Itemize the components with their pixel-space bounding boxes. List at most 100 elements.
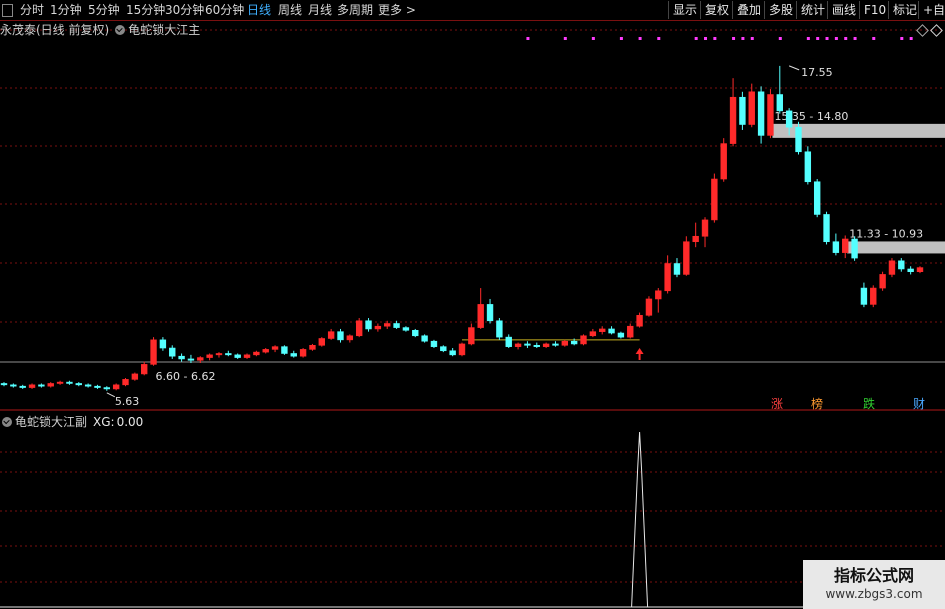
candle-body — [225, 353, 232, 356]
candle-body — [785, 110, 793, 128]
candle-body — [234, 354, 241, 358]
signal-marker — [872, 37, 876, 40]
candle-body — [851, 238, 858, 259]
candle-body — [187, 358, 195, 361]
tab-5min[interactable]: 5分钟 — [88, 1, 120, 19]
candle-body — [664, 263, 671, 292]
panel-toggle-icon[interactable] — [2, 4, 13, 17]
tab-daily[interactable]: 日线 — [247, 1, 271, 19]
low-pointer — [106, 392, 116, 398]
badge-rise[interactable]: 涨 — [771, 397, 783, 411]
tab-1min[interactable]: 1分钟 — [50, 1, 82, 19]
low-price-label: 5.63 — [115, 395, 140, 408]
f10-button[interactable]: F10 — [859, 1, 886, 19]
candle-body — [561, 340, 569, 346]
signal-marker — [825, 37, 829, 40]
candle-body — [673, 263, 681, 275]
candle-body — [253, 351, 260, 356]
candle-body — [757, 91, 765, 136]
add-watchlist-button[interactable]: +自选 — [918, 1, 945, 19]
candle-body — [337, 331, 344, 341]
multi-stock-button[interactable]: 多股 — [764, 1, 793, 19]
xg-label: XG: — [93, 415, 115, 429]
candle-body — [486, 304, 494, 322]
candle-body — [879, 274, 886, 289]
candle-body — [150, 339, 157, 365]
candle-body — [159, 339, 167, 349]
candle-body — [505, 336, 512, 347]
overlay-button[interactable]: 叠加 — [732, 1, 761, 19]
badge-fall[interactable]: 跌 — [863, 397, 875, 411]
badge-rank[interactable]: 榜 — [811, 397, 823, 411]
candle-body — [599, 328, 606, 332]
tab-15min[interactable]: 15分钟 — [126, 1, 165, 19]
candle-body — [823, 214, 830, 243]
badge-finance[interactable]: 财 — [913, 397, 925, 411]
candle-body — [56, 381, 64, 384]
tab-multi-period[interactable]: 多周期 — [337, 1, 373, 19]
tab-30min[interactable]: 30分钟 — [165, 1, 204, 19]
candle-body — [804, 151, 812, 183]
candle-body — [842, 238, 849, 253]
candle-body — [327, 331, 335, 339]
candle-body — [645, 298, 653, 316]
signal-marker — [657, 37, 661, 40]
signal-marker — [900, 37, 904, 40]
signal-marker — [834, 37, 838, 40]
candle-body — [739, 96, 746, 125]
candle-body — [169, 347, 176, 357]
tab-more[interactable]: 更多 > — [378, 1, 416, 19]
candle-body — [440, 346, 447, 352]
low-zone-label: 6.60 - 6.62 — [156, 370, 216, 383]
candle-body — [430, 340, 438, 347]
kline-chart[interactable]: 17.55 15.35 - 14.80 11.33 - 10.93 6.60 - 6.… — [0, 0, 945, 609]
candle-body — [355, 320, 363, 337]
price-zones: 17.55 15.35 - 14.80 11.33 - 10.93 6.60 - 6.… — [106, 65, 945, 408]
stock-label[interactable]: 永茂泰(日线 前复权) — [0, 23, 109, 37]
period-toolbar: 分时 1分钟 5分钟 15分钟 30分钟 60分钟 日线 周线 月线 多周期 更… — [0, 0, 945, 21]
candle-body — [860, 287, 868, 305]
draw-button[interactable]: 画线 — [827, 1, 856, 19]
candle-body — [496, 320, 503, 338]
sub-indicator-menu-icon[interactable] — [2, 417, 12, 427]
candle-body — [655, 290, 662, 300]
sub-panel-title: 龟蛇锁大江副 XG: 0.00 — [0, 414, 143, 430]
main-indicator-name[interactable]: 龟蛇锁大江主 — [128, 23, 200, 37]
candle-body — [888, 260, 896, 275]
candle-body — [767, 94, 774, 136]
candle-body — [271, 346, 279, 350]
tab-weekly[interactable]: 周线 — [278, 1, 302, 19]
candle-body — [636, 315, 643, 327]
candle-body — [589, 331, 597, 337]
indicator-menu-icon[interactable] — [115, 25, 126, 35]
candle-body — [916, 267, 924, 273]
statistics-button[interactable]: 统计 — [796, 1, 825, 19]
candle-body — [683, 241, 690, 275]
candle-body — [795, 126, 802, 153]
signal-marker — [741, 37, 745, 40]
signal-marker — [816, 37, 820, 40]
display-button[interactable]: 显示 — [668, 1, 697, 19]
candle-body — [748, 91, 755, 125]
sub-indicator-name[interactable]: 龟蛇锁大江副 — [15, 415, 87, 429]
high-pointer — [788, 65, 800, 71]
candle-body — [281, 346, 288, 354]
candle-body — [701, 219, 709, 237]
candle-body — [299, 349, 307, 357]
adjust-button[interactable]: 复权 — [700, 1, 729, 19]
candle-body — [832, 241, 840, 253]
candle-body — [309, 345, 316, 350]
candle-body — [813, 181, 821, 215]
candle-body — [84, 384, 92, 387]
candle-body — [542, 343, 550, 347]
tab-60min[interactable]: 60分钟 — [205, 1, 244, 19]
candle-body — [206, 354, 213, 358]
signal-markers — [526, 37, 913, 40]
tab-fenshi[interactable]: 分时 — [20, 1, 44, 19]
candle-body — [290, 353, 297, 357]
signal-marker — [713, 37, 717, 40]
mark-button[interactable]: 标记 — [888, 1, 917, 19]
candle-body — [580, 335, 587, 345]
candle-body — [514, 343, 522, 347]
tab-monthly[interactable]: 月线 — [308, 1, 332, 19]
